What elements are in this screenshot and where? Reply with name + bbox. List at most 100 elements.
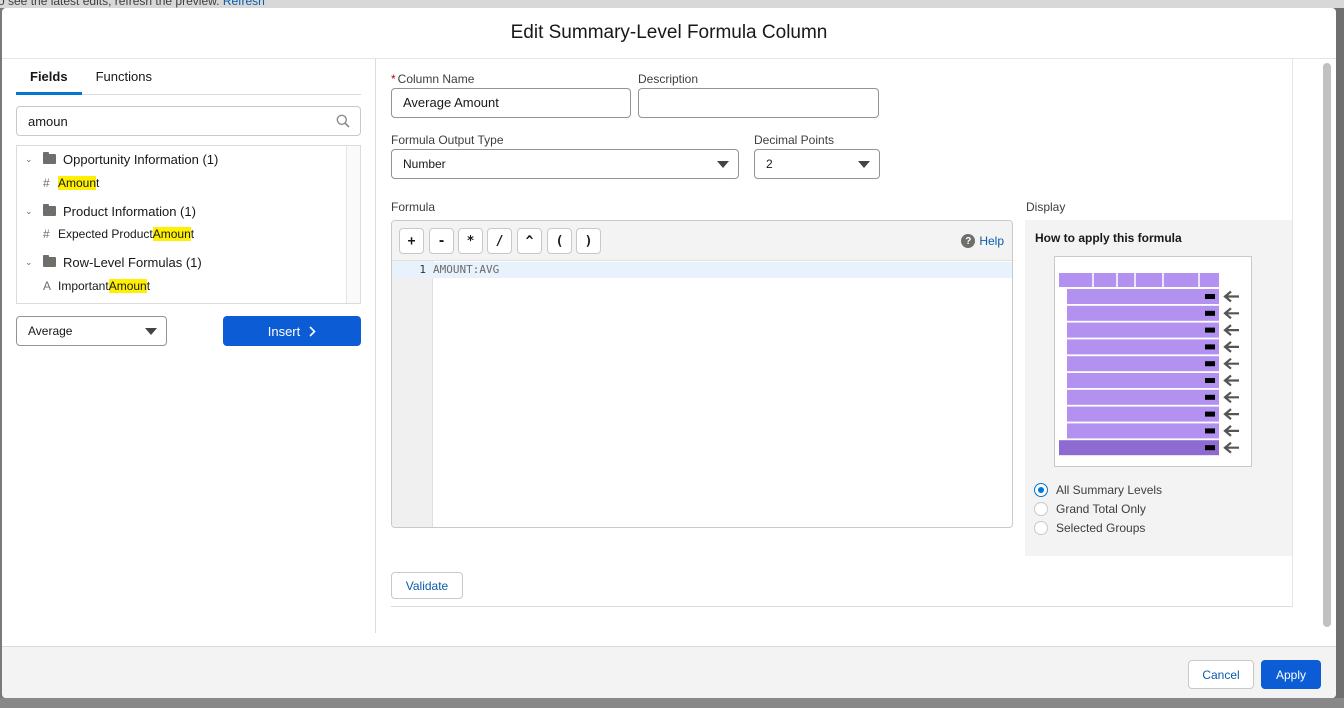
notice-text: o see the latest edits, refresh the prev… [0,0,220,8]
help-link[interactable]: ? Help [961,234,1004,248]
number-type-icon: # [43,176,50,190]
modal-footer: Cancel Apply [2,646,1336,698]
tree-item-important-amount[interactable]: A Important Amoun t [43,276,150,296]
decimal-points-select[interactable]: 2 [754,149,880,179]
item-match-highlight: Amoun [152,227,191,241]
arrow-left-icon [1223,324,1239,336]
caret-down-icon [145,328,157,335]
item-prefix: Expected Product [58,227,153,241]
diagram-row [1067,406,1219,422]
operator-close-paren-button[interactable]: ) [576,228,601,254]
aggregate-select[interactable]: Average [16,316,167,346]
line-gutter [392,261,433,527]
display-label: Display [1026,200,1066,214]
tree-scrollbar[interactable] [346,146,360,303]
operator-toolbar: + - * / ^ ( ) ? Help [392,221,1012,261]
diagram-value-mark [1205,344,1215,350]
output-type-select[interactable]: Number [391,149,739,179]
display-title: How to apply this formula [1035,231,1182,245]
summary-table-illustration [1059,273,1239,456]
formula-editor[interactable]: + - * / ^ ( ) ? Help 1 AMOUNT:AVG [391,220,1013,528]
chevron-down-icon: ⌄ [25,256,33,267]
tree-group-label: Row-Level Formulas (1) [63,254,202,270]
tree-group-opportunity[interactable]: ⌄ Opportunity Information (1) [17,149,218,169]
text-type-icon: A [43,279,52,293]
item-match-highlight: Amoun [58,176,97,190]
divider [391,606,1292,607]
formula-modal: Edit Summary-Level Formula Column Fields… [2,8,1336,698]
arrow-left-icon [1223,374,1239,387]
arrow-left-icon [1223,425,1239,437]
diagram-value-mark [1205,428,1215,434]
search-input[interactable] [17,107,317,135]
operator-power-button[interactable]: ^ [517,228,542,254]
number-type-icon: # [43,227,50,241]
column-name-label: * Column Name [391,72,475,86]
radio-label: Selected Groups [1056,521,1146,535]
apply-button[interactable]: Apply [1261,660,1321,689]
operator-multiply-button[interactable]: * [458,228,483,254]
diagram-value-mark [1205,411,1215,417]
radio-unchecked [1034,521,1048,535]
background-table-strip [0,698,1344,708]
diagram-value-mark [1205,361,1215,367]
cancel-button[interactable]: Cancel [1188,660,1254,689]
operator-plus-button[interactable]: + [399,228,424,254]
caret-down-icon [717,161,729,168]
formula-code-line[interactable]: AMOUNT:AVG [433,263,499,276]
diagram-value-mark [1205,327,1215,333]
field-search [16,106,361,136]
insert-button[interactable]: Insert [223,316,361,346]
background-notice: o see the latest edits, refresh the prev… [0,0,1344,8]
operator-minus-button[interactable]: - [429,228,454,254]
radio-label: All Summary Levels [1056,483,1163,497]
operator-divide-button[interactable]: / [487,228,512,254]
aggregate-value: Average [28,324,73,338]
insert-label: Insert [267,323,301,339]
item-prefix: Important [58,279,109,293]
diagram-row [1067,373,1219,388]
column-name-input[interactable]: Average Amount [391,88,631,118]
validate-button[interactable]: Validate [391,572,463,599]
modal-title: Edit Summary-Level Formula Column [510,22,828,43]
operator-open-paren-button[interactable]: ( [547,228,572,254]
summary-levels-diagram [1054,256,1252,467]
tree-group-product[interactable]: ⌄ Product Information (1) [17,201,196,221]
folder-icon [43,255,56,267]
tab-fields[interactable]: Fields [16,59,82,95]
description-input[interactable] [638,88,879,118]
diagram-value-mark [1205,294,1215,299]
diagram-row [1067,389,1219,405]
description-label: Description [638,72,699,86]
output-type-label: Formula Output Type [391,133,504,147]
radio-label: Grand Total Only [1056,502,1146,516]
tree-item-expected-product-amount[interactable]: # Expected Product Amoun t [43,224,194,244]
diagram-value-mark [1205,394,1215,400]
radio-grand-total-only[interactable]: Grand Total Only [1034,502,1146,516]
diagram-value-mark [1205,445,1215,451]
tab-functions[interactable]: Functions [82,59,166,95]
help-icon: ? [961,234,976,248]
tree-item-amount[interactable]: # Amoun t [43,173,99,193]
diagram-value-mark [1205,310,1215,316]
line-number: 1 [419,263,426,276]
diagram-row [1067,423,1219,439]
diagram-grand-total-row [1059,440,1219,456]
radio-all-summary-levels[interactable]: All Summary Levels [1034,483,1162,497]
panel-scrollbar[interactable] [1322,61,1332,629]
tree-group-row-level[interactable]: ⌄ Row-Level Formulas (1) [17,252,202,272]
item-match-highlight: Amoun [108,279,147,293]
radio-checked [1034,483,1048,497]
arrow-left-icon [1223,290,1239,303]
scrollbar-thumb[interactable] [1323,63,1331,627]
diagram-header-row [1059,273,1219,287]
required-asterisk: * [391,72,396,86]
arrow-left-icon [1223,341,1239,353]
diagram-row [1067,356,1219,372]
display-options: How to apply this formula All Summary Le… [1025,220,1292,556]
radio-selected-groups[interactable]: Selected Groups [1034,521,1145,535]
panel-tabs: Fields Functions [16,59,361,95]
folder-icon [43,204,56,216]
output-type-value: Number [403,157,446,171]
refresh-link[interactable]: Refresh [223,0,265,8]
